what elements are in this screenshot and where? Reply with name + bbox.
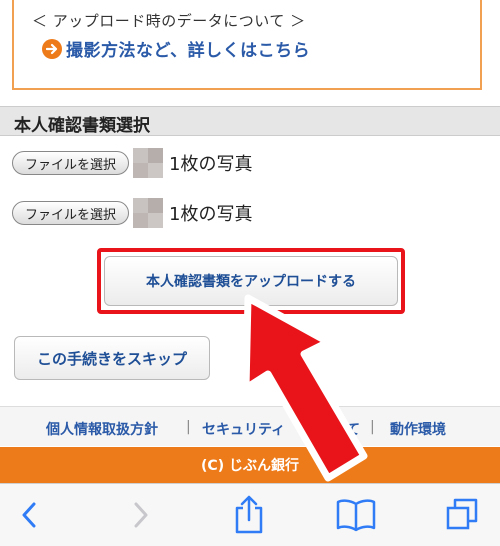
- section-header: 本人確認書類選択: [0, 106, 500, 136]
- upload-data-heading: ＜ アップロード時のデータについて ＞: [32, 12, 306, 30]
- file-row-2: ファイルを選択 1枚の写真: [12, 198, 252, 228]
- back-icon[interactable]: [18, 500, 40, 530]
- skip-procedure-label: この手続きをスキップ: [36, 349, 187, 368]
- browser-toolbar: [0, 483, 500, 546]
- photo-count: 1枚の写真: [169, 154, 253, 175]
- footer-separator: |: [370, 419, 375, 435]
- tabs-icon[interactable]: [444, 496, 480, 532]
- arrow-right-circle-icon: [42, 38, 62, 59]
- skip-procedure-button[interactable]: この手続きをスキップ: [14, 336, 210, 380]
- share-icon[interactable]: [232, 494, 266, 534]
- pointer-arrow-icon: [242, 294, 368, 482]
- photo-thumbnail: [133, 198, 164, 228]
- upload-info-box: ＜ アップロード時のデータについて ＞ 撮影方法など、詳しくはこちら: [12, 0, 482, 90]
- upload-documents-label: 本人確認書類をアップロードする: [146, 274, 356, 290]
- bookmarks-icon[interactable]: [336, 498, 376, 532]
- footer-link-environment[interactable]: 動作環境: [390, 419, 446, 439]
- photo-thumbnail: [133, 148, 164, 178]
- file-row-1: ファイルを選択 1枚の写真: [12, 148, 252, 178]
- section-title: 本人確認書類選択: [14, 116, 150, 136]
- details-link[interactable]: 撮影方法など、詳しくはこちら: [66, 36, 310, 61]
- choose-file-button[interactable]: ファイルを選択: [12, 201, 130, 225]
- footer-separator: |: [186, 419, 191, 435]
- footer-link-privacy[interactable]: 個人情報取扱方針: [46, 419, 158, 439]
- photo-count: 1枚の写真: [169, 204, 253, 225]
- forward-icon[interactable]: [130, 500, 152, 530]
- details-link-row[interactable]: 撮影方法など、詳しくはこちら: [42, 36, 310, 61]
- choose-file-button[interactable]: ファイルを選択: [12, 151, 130, 175]
